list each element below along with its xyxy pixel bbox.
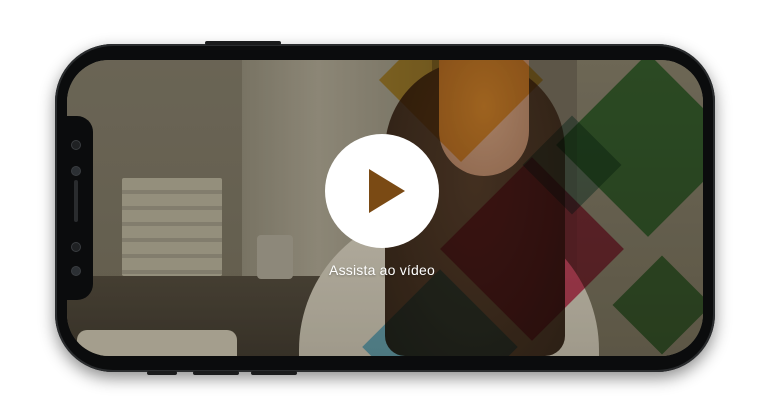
volume-button-3 — [251, 371, 297, 375]
phone-mockup: Assista ao vídeo — [55, 41, 715, 375]
play-icon — [369, 169, 405, 213]
volume-button-1 — [147, 371, 177, 375]
phone-notch — [67, 116, 93, 300]
play-button[interactable] — [325, 134, 439, 248]
front-camera-icon — [71, 266, 81, 276]
video-screen[interactable]: Assista ao vídeo — [67, 60, 703, 356]
power-button — [205, 41, 281, 45]
speaker-icon — [74, 180, 78, 222]
sensor-icon — [71, 140, 81, 150]
volume-button-2 — [193, 371, 239, 375]
play-label[interactable]: Assista ao vídeo — [311, 262, 453, 278]
sensor-dot-icon — [71, 242, 81, 252]
camera-icon — [71, 166, 81, 176]
